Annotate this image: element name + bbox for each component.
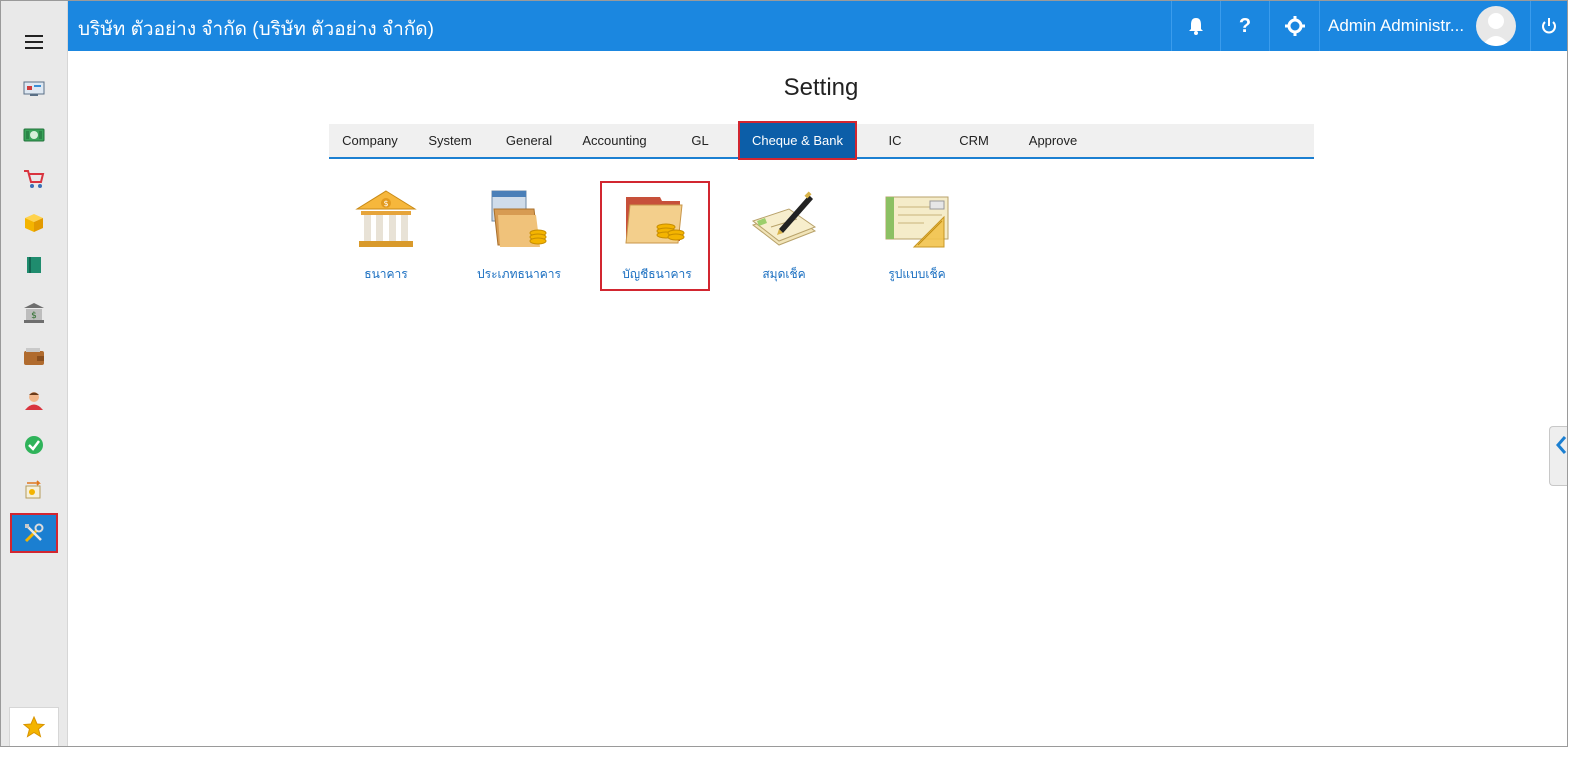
collapse-panel-tab[interactable] bbox=[1549, 426, 1567, 486]
logout-button[interactable] bbox=[1530, 1, 1567, 51]
gear-icon bbox=[1284, 16, 1305, 36]
transfer-icon bbox=[25, 480, 41, 499]
cart-icon bbox=[24, 170, 45, 188]
tab-gl[interactable]: GL bbox=[660, 124, 740, 157]
menu-icon[interactable] bbox=[25, 35, 43, 49]
tile-bank-account[interactable]: บัญชีธนาคาร bbox=[600, 181, 710, 291]
box-icon bbox=[25, 214, 43, 232]
tile-cheque-book[interactable]: สมุดเช็ค bbox=[729, 181, 839, 291]
tile-label: ธนาคาร bbox=[364, 267, 408, 281]
sidebar-item-money[interactable] bbox=[10, 115, 58, 155]
power-icon bbox=[1542, 18, 1556, 34]
tile-label: บัญชีธนาคาร bbox=[622, 267, 692, 281]
wallet-icon bbox=[24, 348, 44, 365]
tile-label: รูปแบบเช็ค bbox=[888, 267, 946, 281]
help-button[interactable]: ? bbox=[1220, 1, 1269, 51]
tab-system[interactable]: System bbox=[411, 124, 489, 157]
book-icon bbox=[27, 257, 41, 276]
help-icon: ? bbox=[1238, 14, 1252, 37]
company-name: บริษัท ตัวอย่าง จำกัด (บริษัท ตัวอย่าง จ… bbox=[78, 19, 434, 40]
check-icon bbox=[25, 436, 43, 454]
star-icon bbox=[23, 716, 45, 738]
sidebar-item-transfer[interactable] bbox=[10, 469, 58, 509]
cheque-format-icon bbox=[885, 196, 949, 248]
sidebar-item-approve[interactable] bbox=[10, 425, 58, 465]
chevron-left-icon bbox=[1556, 436, 1567, 454]
people-icon bbox=[25, 392, 43, 410]
bank-account-icon bbox=[625, 197, 685, 244]
sidebar-item-bank[interactable]: $ bbox=[10, 293, 58, 333]
tile-label: สมุดเช็ค bbox=[762, 267, 806, 281]
tab-ic[interactable]: IC bbox=[856, 124, 934, 157]
app-window: $ บริษัท ตัวอย่าง จำกัด (บริษัท ตัวอย่าง… bbox=[0, 0, 1568, 747]
favorites-button[interactable] bbox=[9, 707, 59, 746]
bank-icon: $ bbox=[24, 303, 44, 323]
sidebar-item-box[interactable] bbox=[10, 203, 58, 243]
tab-cheque-bank[interactable]: Cheque & Bank bbox=[738, 121, 857, 160]
money-icon bbox=[23, 128, 45, 142]
sidebar-item-people[interactable] bbox=[10, 381, 58, 421]
svg-text:$: $ bbox=[31, 311, 37, 321]
sidebar-item-dashboard[interactable] bbox=[10, 69, 58, 109]
tile-bank-type[interactable]: ประเภทธนาคาร bbox=[464, 181, 574, 291]
sidebar-item-settings[interactable] bbox=[10, 513, 58, 553]
sidebar-item-cart[interactable] bbox=[10, 159, 58, 199]
tab-company[interactable]: Company bbox=[329, 124, 411, 157]
tile-label: ประเภทธนาคาร bbox=[477, 267, 561, 281]
page-title: Setting bbox=[783, 74, 859, 101]
tools-icon bbox=[24, 523, 44, 543]
user-avatar-icon bbox=[1482, 13, 1510, 46]
tile-bank[interactable]: $ ธนาคาร bbox=[331, 181, 441, 291]
sidebar-item-wallet[interactable] bbox=[10, 337, 58, 377]
settings-button[interactable] bbox=[1269, 1, 1319, 51]
svg-text:$: $ bbox=[383, 199, 388, 208]
notifications-button[interactable] bbox=[1171, 1, 1220, 51]
bank-building-icon: $ bbox=[355, 190, 417, 247]
settings-tabs: Company System General Accounting GL Che… bbox=[329, 121, 1314, 160]
tab-approve[interactable]: Approve bbox=[1014, 124, 1092, 157]
user-name: Admin Administr... bbox=[1328, 16, 1465, 35]
bank-type-icon bbox=[491, 190, 547, 247]
tab-crm[interactable]: CRM bbox=[934, 124, 1014, 157]
dashboard-icon bbox=[23, 81, 45, 96]
tile-cheque-format[interactable]: รูปแบบเช็ค bbox=[862, 181, 972, 291]
sidebar: $ bbox=[1, 1, 68, 746]
tab-accounting[interactable]: Accounting bbox=[569, 124, 660, 157]
avatar[interactable] bbox=[1476, 6, 1516, 46]
header-bar: บริษัท ตัวอย่าง จำกัด (บริษัท ตัวอย่าง จ… bbox=[68, 1, 1567, 51]
bell-icon bbox=[1189, 18, 1203, 35]
sidebar-item-book[interactable] bbox=[10, 247, 58, 287]
cheque-book-icon bbox=[751, 191, 817, 246]
tab-general[interactable]: General bbox=[489, 124, 569, 157]
